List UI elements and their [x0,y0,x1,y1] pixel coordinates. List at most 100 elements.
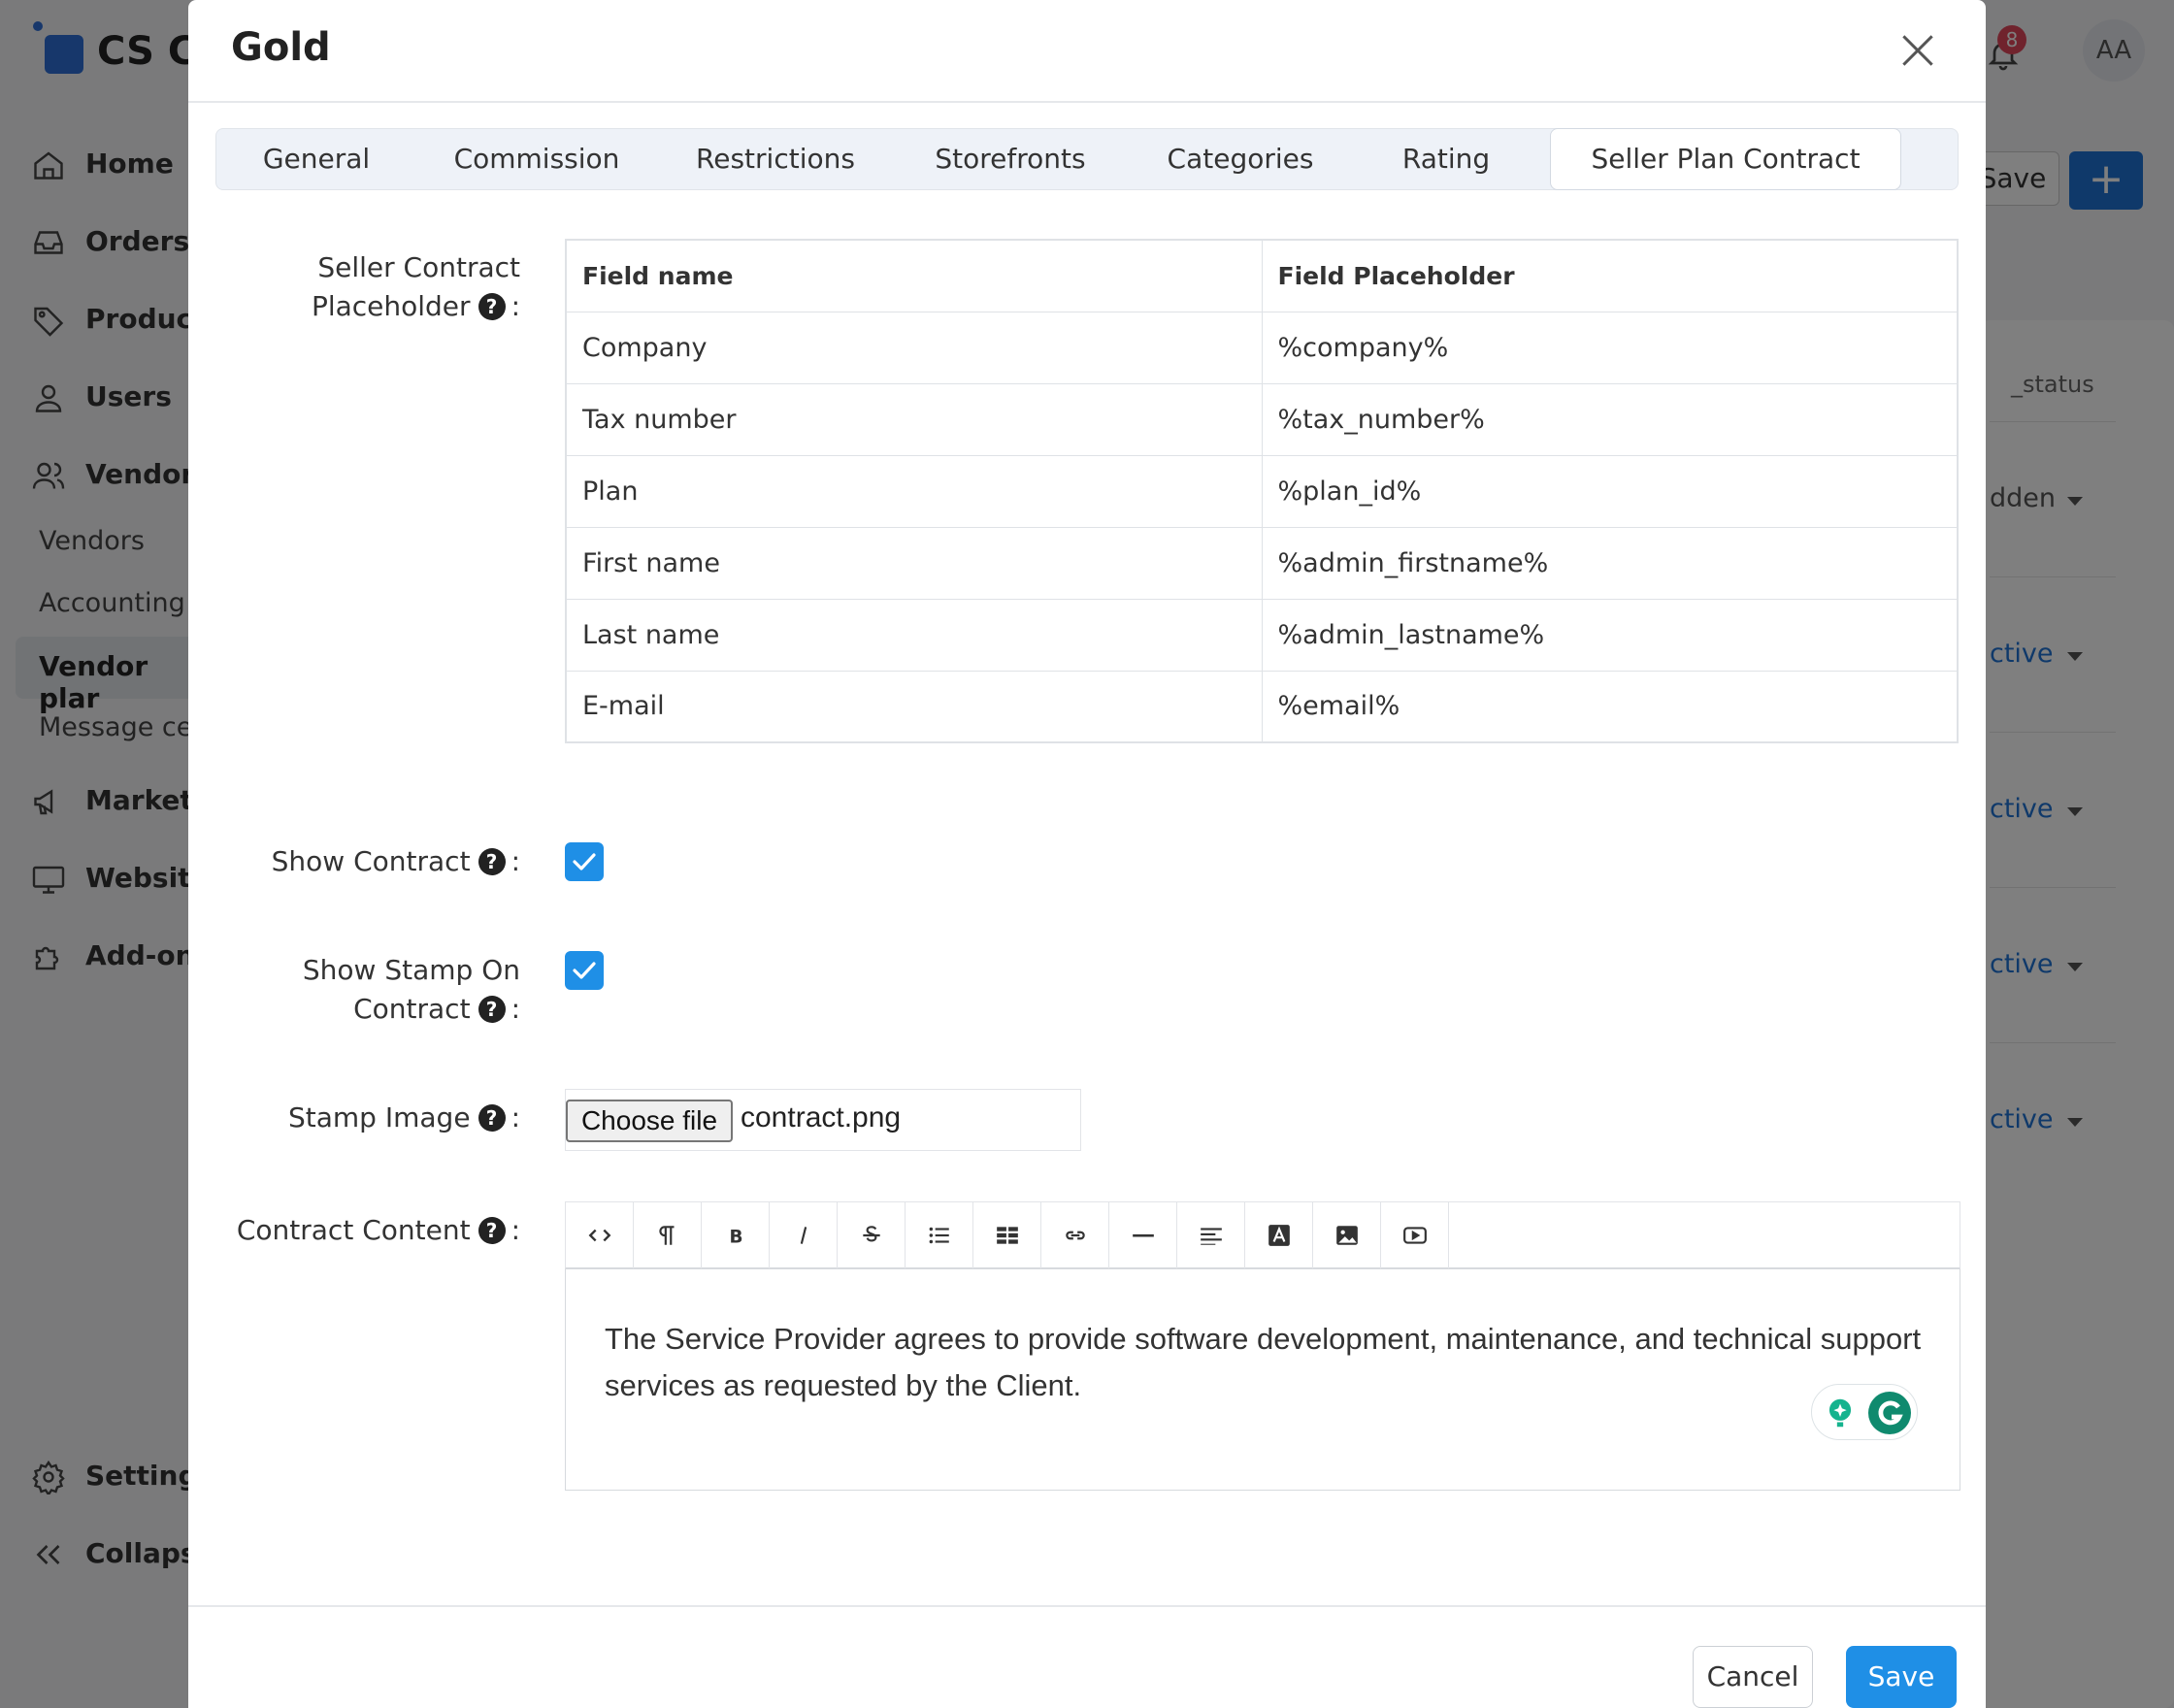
field-placeholder-cell: %tax_number% [1261,382,1959,456]
paragraph-button[interactable] [634,1202,702,1268]
label-colon: : [511,1101,520,1133]
help-icon[interactable]: ? [478,848,506,875]
field-placeholder-cell: %email% [1261,670,1959,743]
placeholder-label-line2: Placeholder?: [312,287,520,326]
table-icon [997,1227,1018,1244]
italic-button[interactable] [770,1202,838,1268]
svg-text:B: B [730,1228,743,1248]
field-name-cell: Plan [565,454,1263,528]
label-colon: : [511,290,520,322]
tab-general[interactable]: General [216,129,416,189]
table-row: Plan %plan_id% [565,454,1959,528]
column-header-field-placeholder: Field Placeholder [1261,239,1959,312]
cancel-button[interactable]: Cancel [1693,1646,1813,1708]
field-name-cell: Tax number [565,382,1263,456]
close-icon[interactable] [1896,29,1939,72]
stamp-image-label: Stamp Image?: [288,1099,520,1137]
table-row: First name %admin_firstname% [565,526,1959,600]
show-contract-label: Show Contract?: [272,842,520,881]
video-button[interactable] [1381,1202,1449,1268]
vendor-plan-modal: Gold General Commission Restrictions Sto… [188,0,1986,1708]
strikethrough-icon [863,1226,880,1242]
modal-tabs: General Commission Restrictions Storefro… [215,128,1959,190]
help-icon[interactable]: ? [478,1104,506,1132]
tab-categories[interactable]: Categories [1127,129,1354,189]
font-color-button[interactable] [1245,1202,1313,1268]
grammarly-widget[interactable] [1811,1384,1918,1440]
modal-title: Gold [231,25,331,70]
modal-header: Gold [188,0,1986,103]
bold-button[interactable]: B [702,1202,770,1268]
italic-icon [800,1227,807,1244]
show-stamp-label-text: Contract [353,993,471,1025]
horizontal-rule-button[interactable] [1109,1202,1177,1268]
align-left-icon [1201,1228,1222,1245]
modal-footer-divider [188,1605,1986,1607]
tab-commission[interactable]: Commission [416,129,657,189]
stamp-image-label-text: Stamp Image [288,1101,471,1133]
link-icon [1066,1231,1085,1240]
column-header-field-name: Field name [565,239,1263,312]
grammarly-icon [1868,1392,1911,1434]
video-icon [1403,1227,1427,1244]
contract-content-editor[interactable]: The Service Provider agrees to provide s… [565,1269,1960,1491]
bold-icon: B [730,1228,743,1248]
horizontal-rule-icon [1133,1233,1154,1237]
label-colon: : [511,845,520,877]
image-icon [1336,1226,1358,1245]
checkmark-icon [573,853,596,870]
checkmark-icon [573,962,596,979]
contract-content-label: Contract Content?: [237,1211,520,1250]
link-button[interactable] [1041,1202,1109,1268]
font-color-icon [1268,1225,1290,1246]
field-name-cell: Last name [565,598,1263,672]
field-name-cell: E-mail [565,670,1263,743]
image-button[interactable] [1313,1202,1381,1268]
show-stamp-label: Show Stamp On Contract?: [303,951,520,1029]
help-icon[interactable]: ? [478,1217,506,1244]
label-colon: : [511,1214,520,1246]
field-placeholder-cell: %admin_firstname% [1261,526,1959,600]
help-icon[interactable]: ? [478,293,506,320]
strikethrough-button[interactable] [838,1202,906,1268]
tab-seller-plan-contract[interactable]: Seller Plan Contract [1550,128,1901,190]
contract-text[interactable]: The Service Provider agrees to provide s… [605,1316,1925,1409]
stamp-image-file-input[interactable]: Choose file contract.png [565,1089,1081,1151]
tab-rating[interactable]: Rating [1354,129,1538,189]
field-name-cell: First name [565,526,1263,600]
unordered-list-button[interactable] [906,1202,973,1268]
table-row: Tax number %tax_number% [565,382,1959,456]
placeholder-label-line1: Seller Contract [317,251,520,283]
list-icon [929,1227,949,1244]
field-placeholder-cell: %company% [1261,311,1959,384]
show-contract-label-text: Show Contract [271,845,471,877]
field-name-cell: Company [565,311,1263,384]
align-button[interactable] [1177,1202,1245,1268]
show-stamp-checkbox[interactable] [565,951,604,990]
tab-restrictions[interactable]: Restrictions [657,129,894,189]
placeholder-label-text: Placeholder [311,290,471,322]
tab-storefronts[interactable]: Storefronts [894,129,1127,189]
show-stamp-label-line2: Contract?: [303,990,520,1029]
paragraph-icon [659,1226,675,1245]
table-header-row: Field name Field Placeholder [565,239,1959,312]
help-icon[interactable]: ? [478,996,506,1023]
choose-file-button[interactable]: Choose file [566,1100,733,1142]
label-colon: : [511,993,520,1025]
placeholder-label: Seller Contract Placeholder?: [312,248,520,326]
table-row: Last name %admin_lastname% [565,598,1959,672]
table-button[interactable] [973,1202,1041,1268]
field-placeholder-cell: %plan_id% [1261,454,1959,528]
table-row: E-mail %email% [565,670,1959,743]
lightbulb-icon [1828,1398,1852,1428]
placeholder-table: Field name Field Placeholder Company %com… [565,239,1959,743]
show-contract-checkbox[interactable] [565,842,604,881]
code-view-button[interactable] [566,1202,634,1268]
field-placeholder-cell: %admin_lastname% [1261,598,1959,672]
show-stamp-label-line1: Show Stamp On [302,954,520,986]
editor-toolbar: B [565,1201,1960,1269]
save-button[interactable]: Save [1846,1646,1957,1708]
contract-content-label-text: Contract Content [236,1214,471,1246]
code-icon [588,1229,611,1242]
selected-file-name: contract.png [741,1101,902,1133]
